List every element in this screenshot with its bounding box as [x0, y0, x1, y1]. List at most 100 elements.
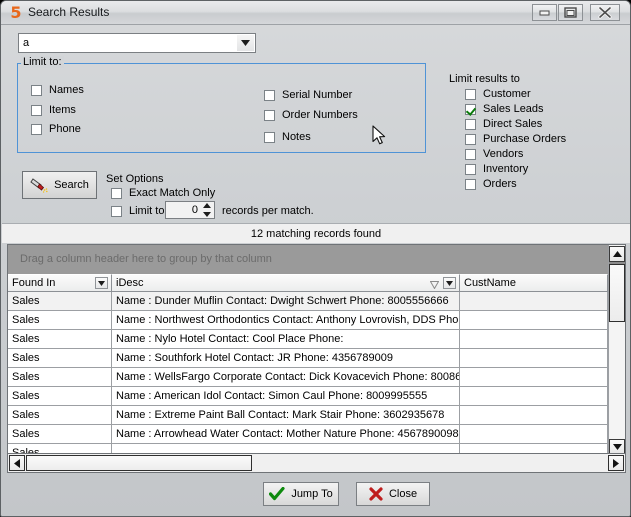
cell-idesc: Name : Southfork Hotel Contact: JR Phone… — [112, 349, 460, 368]
close-icon — [598, 6, 612, 19]
checkbox-order-numbers-label: Order Numbers — [282, 109, 358, 121]
grid-vertical-scrollbar[interactable] — [608, 245, 625, 456]
checkbox-sales-leads-label: Sales Leads — [483, 103, 544, 115]
close-window-button[interactable] — [590, 4, 620, 21]
checkbox-limit-to-box[interactable] — [111, 205, 122, 217]
horizontal-scroll-thumb[interactable] — [26, 455, 252, 471]
grid-rows: Sales Name : Dunder Muflin Contact: Dwig… — [8, 292, 608, 456]
column-header-idesc[interactable]: iDesc — [112, 274, 460, 292]
checkbox-customer[interactable]: Customer — [465, 88, 531, 100]
chevron-down-icon — [446, 280, 453, 286]
checkbox-customer-box[interactable] — [465, 88, 476, 100]
column-header-found-in[interactable]: Found In — [8, 274, 112, 292]
checkbox-exact-match-only-box[interactable] — [111, 187, 122, 199]
grid-horizontal-scrollbar[interactable] — [7, 453, 626, 473]
chevron-down-icon — [241, 40, 250, 46]
close-label: Close — [388, 488, 418, 500]
checkbox-vendors-label: Vendors — [483, 148, 524, 160]
checkbox-order-numbers[interactable]: Order Numbers — [264, 109, 358, 121]
checkbox-names[interactable]: Names — [31, 84, 84, 96]
search-term-combobox[interactable]: a — [18, 33, 256, 53]
checkbox-purchase-orders-label: Purchase Orders — [483, 133, 567, 145]
checkbox-phone[interactable]: Phone — [31, 123, 81, 135]
checkbox-vendors-box[interactable] — [465, 148, 476, 160]
app-logo-icon: 5 — [10, 3, 21, 22]
checkbox-purchase-orders-box[interactable] — [465, 133, 476, 145]
check-icon — [269, 487, 285, 501]
checkbox-names-box[interactable] — [31, 84, 42, 96]
checkbox-items-box[interactable] — [31, 104, 42, 116]
minimize-button[interactable] — [532, 4, 557, 21]
x-icon — [369, 487, 383, 501]
maximize-icon — [564, 7, 577, 18]
stepper-down-icon[interactable] — [203, 212, 211, 217]
checkbox-sales-leads[interactable]: Sales Leads — [465, 103, 544, 115]
table-row[interactable]: Sales Name : Dunder Muflin Contact: Dwig… — [8, 292, 608, 311]
cell-custname — [460, 387, 608, 406]
table-row[interactable]: Sales Name : WellsFargo Corporate Contac… — [8, 368, 608, 387]
cell-idesc: Name : Arrowhead Water Contact: Mother N… — [112, 425, 460, 444]
limit-to-groupbox — [17, 63, 426, 153]
table-row[interactable]: Sales Name : Extreme Paint Ball Contact:… — [8, 406, 608, 425]
column-header-found-in-label: Found In — [12, 277, 56, 289]
triangle-right-icon — [613, 458, 619, 468]
table-row[interactable]: Sales Name : American Idol Contact: Simo… — [8, 387, 608, 406]
close-button[interactable]: Close — [356, 482, 430, 506]
limit-records-value: 0 — [191, 204, 198, 216]
cell-idesc: Name : Nylo Hotel Contact: Cool Place Ph… — [112, 330, 460, 349]
checkbox-serial-number-label: Serial Number — [282, 89, 353, 101]
checkbox-notes[interactable]: Notes — [264, 131, 311, 143]
checkbox-serial-number[interactable]: Serial Number — [264, 89, 352, 101]
checkbox-notes-box[interactable] — [264, 131, 275, 143]
checkbox-limit-to[interactable]: Limit to — [111, 205, 164, 217]
search-term-value: a — [23, 37, 30, 49]
checkbox-direct-sales-box[interactable] — [465, 118, 476, 130]
checkbox-inventory[interactable]: Inventory — [465, 163, 528, 175]
column-header-custname[interactable]: CustName — [460, 274, 608, 292]
cell-idesc: Name : WellsFargo Corporate Contact: Dic… — [112, 368, 460, 387]
vertical-scroll-thumb[interactable] — [609, 264, 625, 322]
search-term-dropdown-arrow[interactable] — [237, 35, 254, 51]
checkbox-direct-sales[interactable]: Direct Sales — [465, 118, 542, 130]
limit-records-stepper[interactable]: 0 — [165, 201, 215, 219]
scroll-up-button[interactable] — [609, 246, 625, 262]
checkbox-vendors[interactable]: Vendors — [465, 148, 523, 160]
scroll-right-button[interactable] — [608, 455, 624, 471]
grid-header-row: Found In iDesc CustName — [8, 274, 608, 292]
checkbox-exact-match-only[interactable]: Exact Match Only — [111, 187, 215, 199]
table-row[interactable]: Sales Name : Nylo Hotel Contact: Cool Pl… — [8, 330, 608, 349]
cell-custname — [460, 292, 608, 311]
checkbox-serial-number-box[interactable] — [264, 89, 275, 101]
triangle-down-icon — [612, 444, 622, 450]
column-filter-found-in[interactable] — [95, 277, 108, 289]
checkbox-orders-box[interactable] — [465, 178, 476, 190]
checkbox-order-numbers-box[interactable] — [264, 109, 275, 121]
stepper-up-icon[interactable] — [203, 203, 211, 208]
table-row[interactable]: Sales Name : Arrowhead Water Contact: Mo… — [8, 425, 608, 444]
triangle-up-icon — [612, 251, 622, 257]
cell-custname — [460, 368, 608, 387]
search-results-window: 5 Search Results a Limit to: Names Items… — [0, 0, 631, 517]
sort-indicator-icon — [429, 278, 440, 291]
checkbox-notes-label: Notes — [282, 131, 311, 143]
group-by-panel[interactable]: Drag a column header here to group by th… — [8, 245, 608, 274]
maximize-button[interactable] — [558, 4, 583, 21]
jump-to-button[interactable]: Jump To — [263, 482, 339, 506]
cell-idesc: Name : Dunder Muflin Contact: Dwight Sch… — [112, 292, 460, 311]
triangle-left-icon — [14, 458, 20, 468]
column-filter-idesc[interactable] — [443, 277, 456, 289]
cell-custname — [460, 311, 608, 330]
table-row[interactable]: Sales Name : Southfork Hotel Contact: JR… — [8, 349, 608, 368]
scroll-left-button[interactable] — [9, 455, 25, 471]
checkbox-inventory-box[interactable] — [465, 163, 476, 175]
checkbox-sales-leads-box[interactable] — [465, 103, 476, 115]
checkbox-purchase-orders[interactable]: Purchase Orders — [465, 133, 566, 145]
checkbox-phone-box[interactable] — [31, 123, 42, 135]
cell-found-in: Sales — [8, 349, 112, 368]
search-button[interactable]: Search — [22, 171, 97, 199]
checkbox-orders[interactable]: Orders — [465, 178, 517, 190]
checkbox-items[interactable]: Items — [31, 104, 76, 116]
table-row[interactable]: Sales Name : Northwest Orthodontics Cont… — [8, 311, 608, 330]
cell-custname — [460, 406, 608, 425]
stepper-arrows[interactable] — [201, 203, 213, 217]
